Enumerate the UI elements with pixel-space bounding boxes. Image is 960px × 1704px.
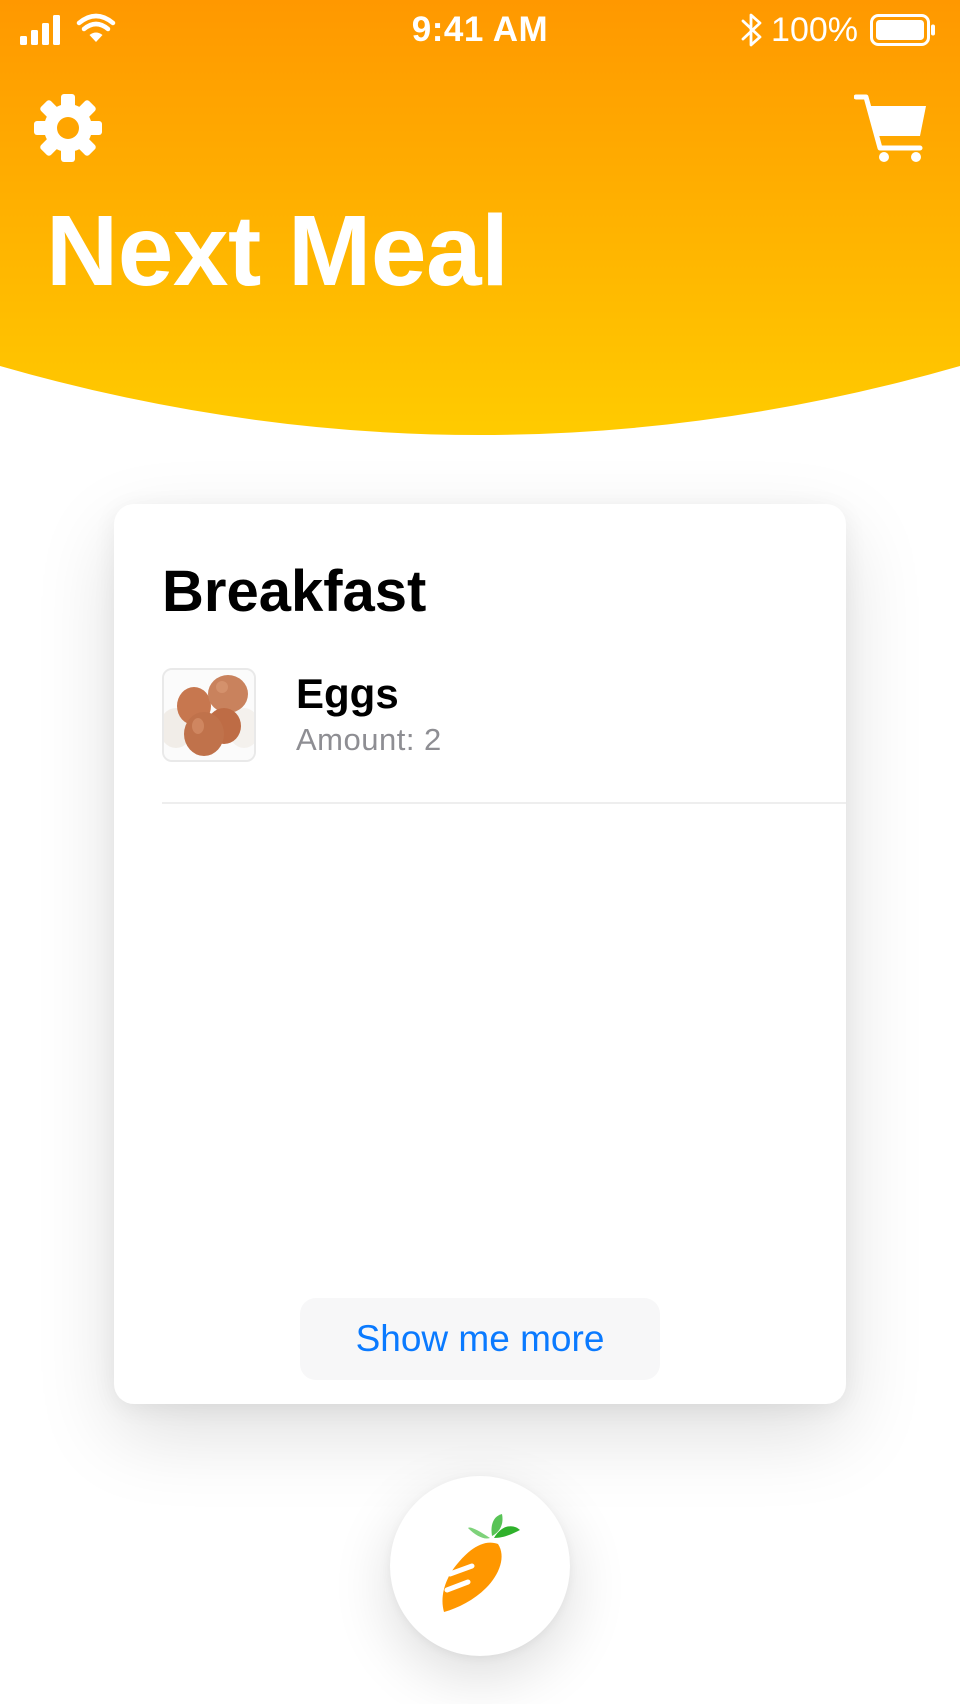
status-bar: 9:41 AM 100% bbox=[0, 0, 960, 62]
bluetooth-icon bbox=[741, 13, 762, 47]
carrot-icon bbox=[442, 1514, 520, 1612]
status-right: 100% bbox=[741, 10, 936, 50]
carrot-fab-button[interactable] bbox=[390, 1476, 570, 1656]
cart-button[interactable] bbox=[853, 92, 930, 164]
show-more-button[interactable]: Show me more bbox=[300, 1298, 660, 1380]
item-amount: Amount: 2 bbox=[296, 722, 442, 757]
meal-item-eggs[interactable]: Eggs Amount: 2 bbox=[162, 662, 846, 804]
meal-card: Breakfast Eggs Amount: 2 Show me more bbox=[114, 504, 846, 1404]
meal-title: Breakfast bbox=[162, 559, 427, 624]
eggs-image bbox=[162, 668, 256, 762]
battery-icon bbox=[870, 14, 935, 46]
cart-icon bbox=[853, 94, 926, 162]
item-divider bbox=[162, 802, 846, 804]
battery-percent: 100% bbox=[771, 10, 858, 49]
gear-icon bbox=[34, 94, 102, 162]
page-title: Next Meal bbox=[46, 195, 509, 307]
screen: 9:41 AM 100% Next Meal Breakfast Eggs Am… bbox=[0, 0, 960, 1704]
item-name: Eggs bbox=[296, 670, 399, 717]
eggs-illustration bbox=[164, 670, 254, 760]
settings-button[interactable] bbox=[32, 92, 104, 164]
